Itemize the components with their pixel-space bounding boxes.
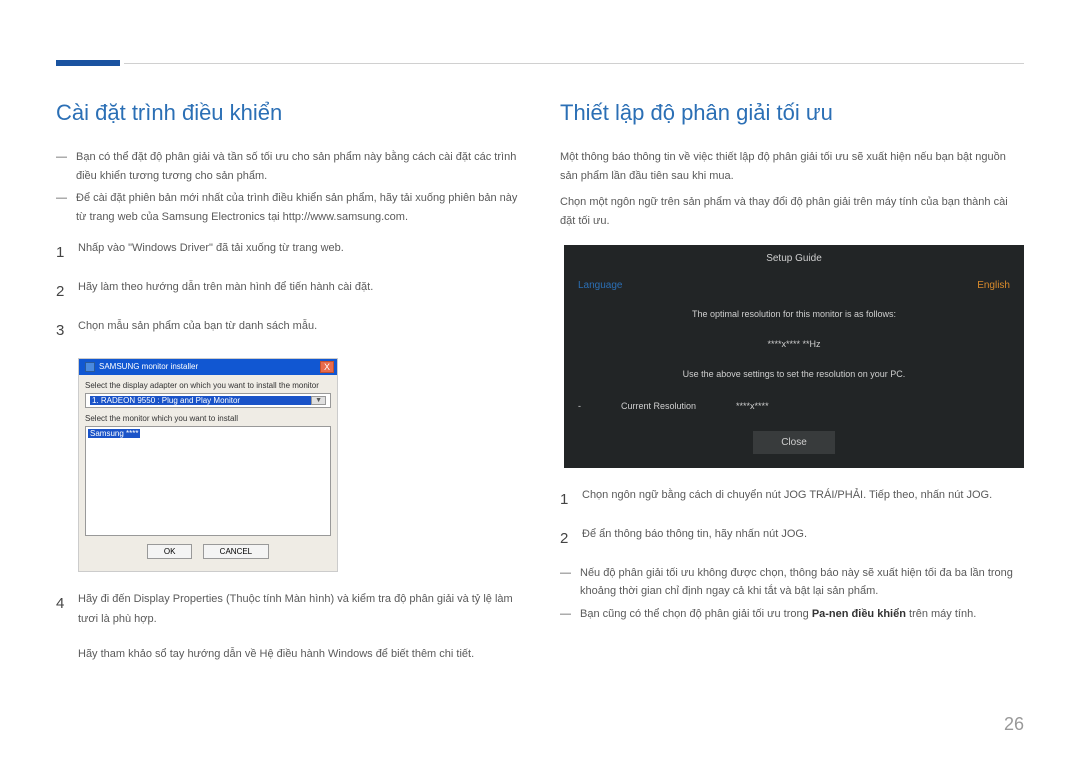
step-number: 1 (560, 486, 570, 513)
osd-message-line1: The optimal resolution for this monitor … (564, 299, 1024, 329)
note-item: ― Bạn cũng có thể chọn độ phân giải tối … (560, 605, 1024, 624)
installer-window: SAMSUNG monitor installer X Select the d… (78, 358, 338, 572)
chevron-down-icon[interactable]: ▼ (311, 396, 326, 405)
header-accent-bar (56, 60, 120, 66)
osd-current-resolution-label: Current Resolution (621, 401, 696, 411)
step-text: Nhấp vào "Windows Driver" đã tải xuống t… (78, 239, 344, 266)
page-number: 26 (1004, 714, 1024, 735)
footnote-text: Hãy tham khảo sổ tay hướng dẫn về Hệ điề… (78, 645, 520, 664)
step-number: 1 (56, 239, 66, 266)
note-item: ― Nếu độ phân giải tối ưu không được chọ… (560, 564, 1024, 601)
header-divider (124, 63, 1024, 64)
dash-icon: ― (560, 605, 572, 624)
step-text: Chọn ngôn ngữ bằng cách di chuyển nút JO… (582, 486, 992, 513)
step-text: Để ẩn thông báo thông tin, hãy nhấn nút … (582, 525, 807, 552)
step-number: 4 (56, 590, 66, 630)
installer-body: Select the display adapter on which you … (79, 375, 337, 571)
installer-title-text: SAMSUNG monitor installer (99, 362, 198, 371)
osd-title: Setup Guide (564, 245, 1024, 272)
close-icon[interactable]: X (320, 361, 334, 373)
note-text: Bạn cũng có thể chọn độ phân giải tối ưu… (580, 605, 976, 624)
osd-setup-guide: Setup Guide Language English The optimal… (564, 245, 1024, 468)
monitor-listbox[interactable]: Samsung **** (85, 426, 331, 536)
right-column: Thiết lập độ phân giải tối ưu Một thông … (560, 100, 1024, 664)
osd-resolution-placeholder: ****x**** **Hz (564, 329, 1024, 359)
step-item: 4 Hãy đi đến Display Properties (Thuộc t… (56, 590, 520, 630)
installer-label-adapter: Select the display adapter on which you … (85, 381, 331, 390)
step-text: Hãy làm theo hướng dẫn trên màn hình để … (78, 278, 373, 305)
step-number: 2 (56, 278, 66, 305)
step-item: 1 Chọn ngôn ngữ bằng cách di chuyển nút … (560, 486, 1024, 513)
osd-language-row[interactable]: Language English (564, 272, 1024, 299)
intro-paragraph: Một thông báo thông tin về việc thiết lậ… (560, 148, 1024, 185)
installer-titlebar: SAMSUNG monitor installer X (79, 359, 337, 375)
step-item: 2 Để ẩn thông báo thông tin, hãy nhấn nú… (560, 525, 1024, 552)
note-text: Nếu độ phân giải tối ưu không được chọn,… (580, 564, 1024, 601)
osd-current-resolution-row: - Current Resolution ****x**** (564, 389, 1024, 423)
osd-language-value: English (977, 280, 1010, 291)
note-text: Để cài đặt phiên bản mới nhất của trình … (76, 189, 520, 226)
dash-icon: ― (56, 148, 68, 185)
step-number: 2 (560, 525, 570, 552)
intro-paragraph: Chọn một ngôn ngữ trên sản phẩm và thay … (560, 193, 1024, 230)
osd-close-row: Close (564, 423, 1024, 468)
dash-icon: ― (56, 189, 68, 226)
adapter-combobox[interactable]: 1. RADEON 9550 : Plug and Play Monitor ▼ (85, 393, 331, 408)
note-item: ― Bạn có thể đặt độ phân giải và tần số … (56, 148, 520, 185)
osd-close-button[interactable]: Close (753, 431, 835, 454)
step-text: Chọn mẫu sản phẩm của bạn từ danh sách m… (78, 317, 317, 344)
osd-message-line2: Use the above settings to set the resolu… (564, 359, 1024, 389)
dash-icon: - (578, 401, 581, 411)
cancel-button[interactable]: CANCEL (203, 544, 269, 559)
dash-icon: ― (560, 564, 572, 601)
installer-label-monitor: Select the monitor which you want to ins… (85, 414, 331, 423)
step-item: 3 Chọn mẫu sản phẩm của bạn từ danh sách… (56, 317, 520, 344)
step-number: 3 (56, 317, 66, 344)
installer-buttons: OK CANCEL (85, 544, 331, 565)
osd-current-resolution-value: ****x**** (736, 401, 769, 411)
step-item: 1 Nhấp vào "Windows Driver" đã tải xuống… (56, 239, 520, 266)
osd-language-label: Language (578, 280, 623, 291)
list-selected: Samsung **** (88, 429, 140, 438)
note-text: Bạn có thể đặt độ phân giải và tần số tố… (76, 148, 520, 185)
left-heading: Cài đặt trình điều khiển (56, 100, 520, 126)
ok-button[interactable]: OK (147, 544, 193, 559)
monitor-icon (85, 362, 95, 372)
note-item: ― Để cài đặt phiên bản mới nhất của trìn… (56, 189, 520, 226)
step-text: Hãy đi đến Display Properties (Thuộc tín… (78, 590, 520, 630)
page-content: Cài đặt trình điều khiển ― Bạn có thể đặ… (56, 100, 1024, 664)
right-heading: Thiết lập độ phân giải tối ưu (560, 100, 1024, 126)
left-column: Cài đặt trình điều khiển ― Bạn có thể đặ… (56, 100, 520, 664)
step-item: 2 Hãy làm theo hướng dẫn trên màn hình đ… (56, 278, 520, 305)
combo-selected: 1. RADEON 9550 : Plug and Play Monitor (90, 396, 311, 405)
